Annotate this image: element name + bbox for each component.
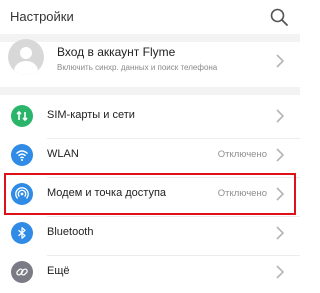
settings-item-label: SIM-карты и сети: [47, 109, 135, 121]
link-icon: [11, 261, 33, 283]
chevron-right-icon: [276, 265, 285, 279]
chevron-right-icon: [276, 148, 285, 162]
search-icon[interactable]: [268, 6, 290, 28]
account-subtitle: Включить синхр. данных и поиск телефона: [57, 63, 218, 72]
status-text: Отключено: [217, 149, 267, 160]
bluetooth-icon: [11, 222, 33, 244]
settings-item-label: Bluetooth: [47, 226, 94, 238]
chevron-right-icon: [276, 109, 285, 123]
highlight-frame: [4, 173, 296, 215]
settings-item-label: WLAN: [47, 148, 79, 160]
app-header: Настройки: [0, 0, 300, 34]
wifi-icon: [11, 144, 33, 166]
settings-item-bluetooth[interactable]: Bluetooth: [0, 212, 300, 255]
page-title: Настройки: [10, 9, 74, 24]
settings-item-label: Ещё: [47, 265, 70, 277]
sim-card-icon: [11, 105, 33, 127]
account-title: Вход в аккаунт Flyme: [57, 45, 176, 59]
chevron-right-icon: [276, 54, 285, 68]
settings-item-more[interactable]: Ещё: [0, 251, 300, 293]
avatar: [8, 39, 44, 75]
chevron-right-icon: [276, 226, 285, 240]
settings-item-sim[interactable]: SIM-карты и сети: [0, 95, 300, 138]
section-divider: [0, 87, 300, 95]
settings-item-wlan[interactable]: WLAN Отключено: [0, 134, 300, 177]
flyme-account-row[interactable]: Вход в аккаунт Flyme Включить синхр. дан…: [0, 36, 300, 86]
